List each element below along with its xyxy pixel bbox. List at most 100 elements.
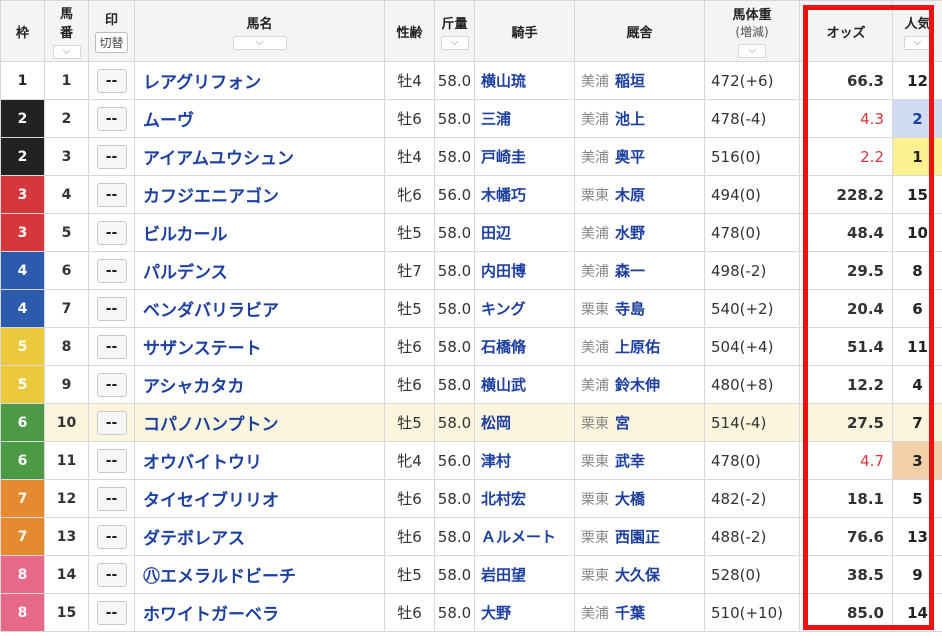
jockey-link[interactable]: 田辺 [474, 213, 575, 252]
sex-age-cell: 牡6 [384, 593, 435, 632]
mark-cell: -- [88, 403, 135, 442]
jockey-link[interactable]: Ａルメート [474, 517, 575, 556]
header-popularity[interactable]: 人気 ⌵ [892, 0, 942, 62]
header-umaban-line1: 馬 [59, 7, 73, 22]
horse-name-link[interactable]: サザンステート [134, 327, 385, 366]
mark-select-button[interactable]: -- [96, 220, 127, 245]
horse-name-link[interactable]: コパノハンプトン [134, 403, 385, 442]
mark-select-button[interactable]: -- [96, 68, 127, 93]
sort-chevron-icon[interactable]: ⌵ [440, 35, 469, 50]
waku-cell: 7 [0, 517, 45, 556]
kinryo-cell: 58.0 [434, 593, 475, 632]
header-popularity-label: 人気 [904, 16, 931, 32]
jockey-link[interactable]: 大野 [474, 593, 575, 632]
horse-weight-cell: 488(-2) [704, 517, 800, 556]
header-kinryo[interactable]: 斤量 ⌵ [434, 0, 475, 62]
sort-chevron-icon[interactable]: ⌵ [738, 44, 766, 58]
trainer-link[interactable]: 千葉 [615, 604, 645, 622]
mark-select-button[interactable]: -- [96, 524, 127, 549]
horse-name-link[interactable]: アイアムユウシュン [134, 137, 385, 176]
stable-cell: 栗東 大橋 [574, 479, 705, 518]
mark-select-button[interactable]: -- [96, 144, 127, 169]
horse-name-link[interactable]: レアグリフォン [134, 61, 385, 100]
trainer-link[interactable]: 奥平 [615, 148, 645, 166]
jockey-link[interactable]: 横山琉 [474, 61, 575, 100]
trainer-link[interactable]: 池上 [615, 110, 645, 128]
trainer-link[interactable]: 稲垣 [615, 72, 645, 90]
popularity-cell: 9 [892, 555, 942, 594]
horse-name-link[interactable]: ベンダバリラビア [134, 289, 385, 328]
trainer-link[interactable]: 森一 [615, 262, 645, 280]
trainer-link[interactable]: 木原 [615, 186, 645, 204]
horse-name-link[interactable]: ホワイトガーベラ [134, 593, 385, 632]
trainer-link[interactable]: 宮 [615, 414, 630, 432]
trainer-link[interactable]: 大久保 [615, 566, 660, 584]
horse-name-link[interactable]: カフジエニアゴン [134, 175, 385, 214]
stable-region: 美浦 [581, 112, 609, 128]
jockey-link[interactable]: 木幡巧 [474, 175, 575, 214]
mark-select-button[interactable]: -- [96, 258, 127, 283]
jockey-link[interactable]: 岩田望 [474, 555, 575, 594]
jockey-link[interactable]: 北村宏 [474, 479, 575, 518]
sort-chevron-icon[interactable]: ⌵ [903, 35, 932, 50]
horse-name-link[interactable]: ビルカール [134, 213, 385, 252]
table-row: 7 13 -- ダテボレアス 牡6 58.0 Ａルメート 栗東 西園正 488(-2) 76.6 13 [0, 517, 942, 556]
header-weight-sub: (増減) [735, 25, 769, 39]
stable-region: 美浦 [581, 378, 609, 394]
mark-select-button[interactable]: -- [96, 106, 127, 131]
horse-name-link[interactable]: オウバイトウリ [134, 441, 385, 480]
mark-select-button[interactable]: -- [96, 410, 127, 435]
horse-name-link[interactable]: ダテボレアス [134, 517, 385, 556]
mark-select-button[interactable]: -- [96, 334, 127, 359]
jockey-link[interactable]: 松岡 [474, 403, 575, 442]
odds-cell: 85.0 [799, 593, 893, 632]
waku-cell: 5 [0, 327, 45, 366]
kinryo-cell: 58.0 [434, 251, 475, 290]
mark-select-button[interactable]: -- [96, 182, 127, 207]
mark-select-button[interactable]: -- [96, 372, 127, 397]
jockey-link[interactable]: 内田博 [474, 251, 575, 290]
mark-select-button[interactable]: -- [96, 600, 127, 625]
jockey-link[interactable]: 津村 [474, 441, 575, 480]
horse-name-link[interactable]: アシャカタカ [134, 365, 385, 404]
header-mark: 印 切替 [88, 0, 135, 62]
trainer-link[interactable]: 鈴木伸 [615, 376, 660, 394]
mark-select-button[interactable]: -- [96, 296, 127, 321]
trainer-link[interactable]: 大橋 [615, 490, 645, 508]
trainer-link[interactable]: 西園正 [615, 528, 660, 546]
mark-select-button[interactable]: -- [96, 562, 127, 587]
jockey-link[interactable]: 横山武 [474, 365, 575, 404]
stable-cell: 栗東 西園正 [574, 517, 705, 556]
jockey-link[interactable]: キング [474, 289, 575, 328]
umaban-cell: 4 [44, 175, 89, 214]
header-weight-label: 馬体重 [732, 8, 772, 23]
horse-name-link[interactable]: タイセイブリリオ [134, 479, 385, 518]
trainer-link[interactable]: 武幸 [615, 452, 645, 470]
odds-cell: 228.2 [799, 175, 893, 214]
trainer-link[interactable]: 水野 [615, 224, 645, 242]
table-row: 8 15 -- ホワイトガーベラ 牡6 58.0 大野 美浦 千葉 510(+10) 85.0 14 [0, 593, 942, 632]
jockey-link[interactable]: 戸崎圭 [474, 137, 575, 176]
trainer-link[interactable]: 上原佑 [615, 338, 660, 356]
horse-name-link[interactable]: パルデンス [134, 251, 385, 290]
sort-chevron-icon[interactable]: ⌵ [52, 45, 81, 59]
waku-cell: 2 [0, 137, 45, 176]
stable-cell: 美浦 奥平 [574, 137, 705, 176]
jockey-link[interactable]: 石橋脩 [474, 327, 575, 366]
mark-select-button[interactable]: -- [96, 448, 127, 473]
horse-name-link[interactable]: ムーヴ [134, 99, 385, 138]
trainer-link[interactable]: 寺島 [615, 300, 645, 318]
header-umaban[interactable]: 馬 番 ⌵ [44, 0, 89, 62]
mark-toggle-button[interactable]: 切替 [95, 32, 128, 53]
popularity-cell: 10 [892, 213, 942, 252]
horse-name-link[interactable]: ㊇エメラルドビーチ [134, 555, 385, 594]
popularity-cell: 8 [892, 251, 942, 290]
header-umaban-line2: 番 [59, 26, 73, 41]
table-row: 2 3 -- アイアムユウシュン 牡4 58.0 戸崎圭 美浦 奥平 516(0) 2.2 1 [0, 137, 942, 176]
sort-chevron-icon[interactable]: ⌵ [232, 35, 287, 50]
stable-region: 美浦 [581, 226, 609, 242]
jockey-link[interactable]: 三浦 [474, 99, 575, 138]
header-name[interactable]: 馬名 ⌵ [134, 0, 385, 62]
header-weight[interactable]: 馬体重 (増減) ⌵ [704, 0, 800, 62]
mark-select-button[interactable]: -- [96, 486, 127, 511]
